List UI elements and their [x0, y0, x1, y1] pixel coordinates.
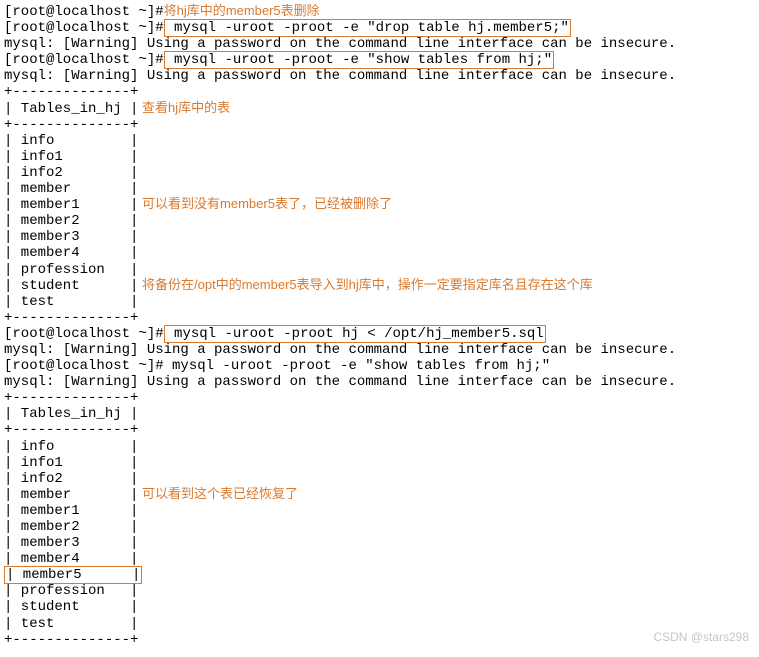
annotation-delete-table: 将hj库中的member5表删除: [164, 3, 320, 18]
table-row: | student | 将备份在/opt中的member5表导入到hj库中，操作…: [4, 278, 759, 294]
table-row: | member |: [4, 181, 759, 197]
table-row: | test |: [4, 294, 759, 310]
prompt-line: [root@localhost ~]#将hj库中的member5表删除: [4, 4, 759, 20]
cmd-line-show: [root@localhost ~]# mysql -uroot -proot …: [4, 52, 759, 68]
table-row: | student |: [4, 599, 759, 615]
cmd-line-drop: [root@localhost ~]# mysql -uroot -proot …: [4, 20, 759, 36]
table-sep: +--------------+: [4, 310, 759, 326]
table-row-member5: | member5 |: [4, 567, 759, 583]
highlight-import-cmd: mysql -uroot -proot hj < /opt/hj_member5…: [164, 325, 546, 343]
table-header: | Tables_in_hj |: [4, 406, 759, 422]
annotation-import: 将备份在/opt中的member5表导入到hj库中，操作一定要指定库名且存在这个…: [138, 277, 592, 292]
table-row: | info1 |: [4, 149, 759, 165]
table-sep: +--------------+: [4, 422, 759, 438]
watermark: CSDN @stars298: [653, 631, 749, 645]
table-row: | info |: [4, 439, 759, 455]
table-row: | member3 |: [4, 229, 759, 245]
mysql-warning: mysql: [Warning] Using a password on the…: [4, 68, 759, 84]
mysql-warning: mysql: [Warning] Using a password on the…: [4, 374, 759, 390]
table-row: | info1 |: [4, 455, 759, 471]
table-row: | info |: [4, 133, 759, 149]
table-sep: +--------------+: [4, 632, 759, 648]
cmd-line-show2: [root@localhost ~]# mysql -uroot -proot …: [4, 358, 759, 374]
table-row: | member4 |: [4, 551, 759, 567]
table-row: | profession |: [4, 583, 759, 599]
annotation-deleted: 可以看到没有member5表了，已经被删除了: [138, 196, 392, 211]
table-row: | member3 |: [4, 535, 759, 551]
table-header: | Tables_in_hj | 查看hj库中的表: [4, 101, 759, 117]
table-row: | test |: [4, 616, 759, 632]
table-sep: +--------------+: [4, 84, 759, 100]
table-row: | member | 可以看到这个表已经恢复了: [4, 487, 759, 503]
annotation-view-tables: 查看hj库中的表: [138, 100, 230, 115]
mysql-warning: mysql: [Warning] Using a password on the…: [4, 36, 759, 52]
table-row: | member4 |: [4, 245, 759, 261]
mysql-warning: mysql: [Warning] Using a password on the…: [4, 342, 759, 358]
table-row: | info2 |: [4, 471, 759, 487]
table-sep: +--------------+: [4, 117, 759, 133]
highlight-member5-row: | member5 |: [4, 566, 142, 584]
annotation-restored: 可以看到这个表已经恢复了: [138, 486, 298, 501]
table-row: | profession |: [4, 262, 759, 278]
table-row: | member2 |: [4, 213, 759, 229]
highlight-drop-cmd: mysql -uroot -proot -e "drop table hj.me…: [164, 19, 571, 37]
table-row: | info2 |: [4, 165, 759, 181]
highlight-show-cmd: mysql -uroot -proot -e "show tables from…: [164, 51, 554, 69]
cmd-line-import: [root@localhost ~]# mysql -uroot -proot …: [4, 326, 759, 342]
table-row: | member1 |: [4, 503, 759, 519]
table-sep: +--------------+: [4, 390, 759, 406]
table-row: | member1 | 可以看到没有member5表了，已经被删除了: [4, 197, 759, 213]
table-row: | member2 |: [4, 519, 759, 535]
